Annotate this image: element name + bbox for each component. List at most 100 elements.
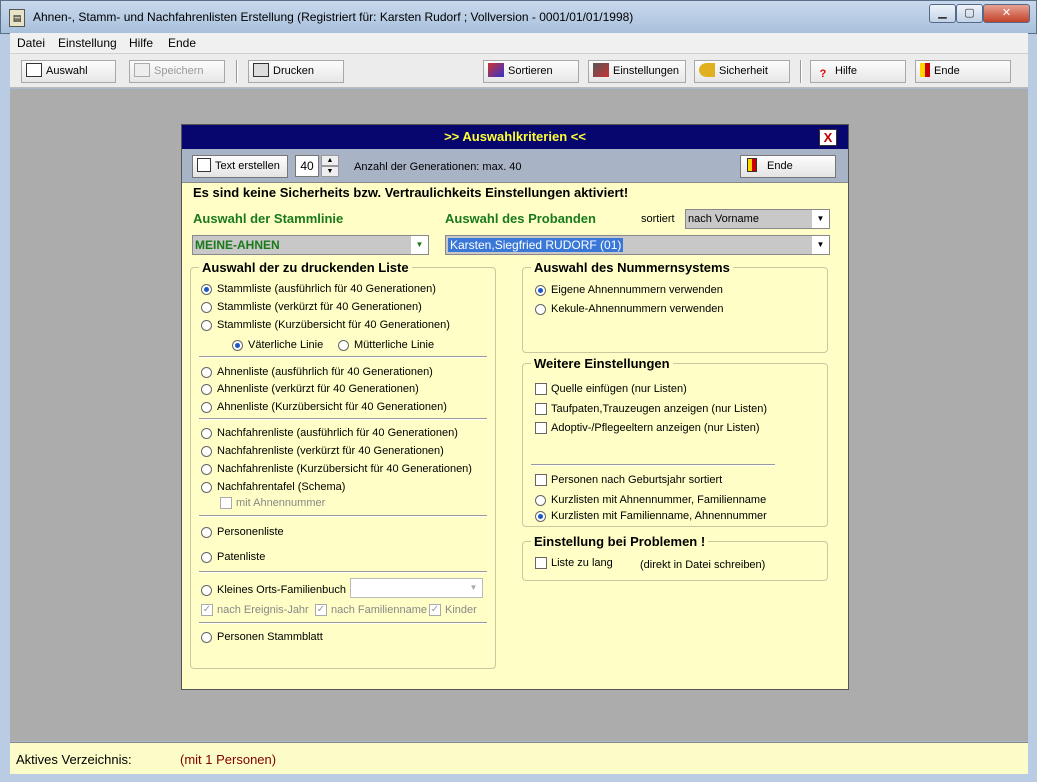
stamm3-radio[interactable]: [201, 320, 212, 331]
nummern2-label: Kekule-Ahnennummern verwenden: [551, 303, 724, 315]
generations-input[interactable]: 40: [295, 155, 319, 177]
drucken-button[interactable]: Drucken: [248, 60, 344, 83]
hilfe-button[interactable]: ? Hilfe: [810, 60, 906, 83]
menu-datei[interactable]: Datei: [17, 36, 45, 50]
menu-einstellung[interactable]: Einstellung: [58, 36, 117, 50]
einstellungen-label: Einstellungen: [613, 65, 680, 77]
taufpaten-label: Taufpaten,Trauzeugen anzeigen (nur Liste…: [551, 403, 768, 415]
nach2-label: Nachfahrenliste (verkürzt für 40 Generat…: [217, 445, 444, 457]
nach1-label: Nachfahrenliste (ausführlich für 40 Gene…: [217, 427, 458, 439]
text-document-icon: [197, 158, 211, 172]
sortieren-button[interactable]: Sortieren: [483, 60, 579, 83]
window-frame-right: [1028, 34, 1037, 782]
mutter-radio[interactable]: [338, 340, 349, 351]
sicherheit-label: Sicherheit: [719, 65, 768, 77]
status-label: Aktives Verzeichnis:: [16, 752, 132, 767]
chevron-down-icon[interactable]: ▼: [812, 210, 829, 228]
ahnen1-radio[interactable]: [201, 367, 212, 378]
stammblatt-label: Personen Stammblatt: [217, 631, 323, 643]
toolbar-separator: [800, 60, 802, 83]
nach3-radio[interactable]: [201, 464, 212, 475]
exit-door-icon: [920, 63, 930, 77]
nummern2-radio[interactable]: [535, 304, 546, 315]
geburt-checkbox[interactable]: [535, 474, 547, 486]
stammlinie-value: MEINE-AHNEN: [195, 238, 280, 252]
status-bar: Aktives Verzeichnis: (mit 1 Personen): [10, 742, 1028, 774]
security-message: Es sind keine Sicherheits bzw. Vertrauli…: [193, 185, 629, 200]
close-window-button[interactable]: ✕: [983, 4, 1030, 23]
save-icon: [134, 63, 150, 77]
kurz1-radio[interactable]: [535, 495, 546, 506]
stamm1-radio[interactable]: [201, 284, 212, 295]
personen-radio[interactable]: [201, 527, 212, 538]
chevron-down-icon[interactable]: ▼: [465, 579, 482, 597]
proband-select[interactable]: Karsten,Siegfried RUDORF (01) ▼: [445, 235, 830, 255]
tafel-radio[interactable]: [201, 482, 212, 493]
maximize-button[interactable]: ▢: [956, 4, 983, 23]
divider: [199, 418, 487, 420]
problem-heading: Einstellung bei Problemen !: [531, 534, 709, 549]
kinder-checkbox[interactable]: ✓: [429, 604, 441, 616]
einstellungen-button[interactable]: Einstellungen: [588, 60, 686, 83]
text-erstellen-button[interactable]: Text erstellen: [192, 155, 288, 178]
stammblatt-radio[interactable]: [201, 632, 212, 643]
kurz2-radio[interactable]: [535, 511, 546, 522]
chevron-down-icon[interactable]: ▼: [812, 236, 829, 254]
ende-label: Ende: [934, 65, 960, 77]
vater-label: Väterliche Linie: [248, 339, 324, 351]
stamm2-radio[interactable]: [201, 302, 212, 313]
ahnen2-label: Ahnenliste (verkürzt für 40 Generationen…: [217, 383, 419, 395]
spin-up-icon[interactable]: ▲: [321, 155, 339, 166]
nach1-radio[interactable]: [201, 428, 212, 439]
quelle-checkbox[interactable]: [535, 383, 547, 395]
direkt-label: (direkt in Datei schreiben): [640, 559, 766, 571]
ende-button[interactable]: Ende: [915, 60, 1011, 83]
app-icon[interactable]: ▤: [9, 9, 25, 27]
dialog-close-button[interactable]: X: [819, 129, 837, 146]
dialog-ende-button[interactable]: Ende: [740, 155, 836, 178]
sicherheit-button[interactable]: Sicherheit: [694, 60, 790, 83]
mutter-label: Mütterliche Linie: [354, 339, 435, 351]
ereignis-checkbox[interactable]: ✓: [201, 604, 213, 616]
spin-down-icon[interactable]: ▼: [321, 166, 339, 177]
nach3-label: Nachfahrenliste (Kurzübersicht für 40 Ge…: [217, 463, 472, 475]
minimize-button[interactable]: ▁: [929, 4, 956, 23]
geburt-label: Personen nach Geburtsjahr sortiert: [551, 474, 723, 486]
sort-icon: [488, 63, 504, 77]
dialog-toolbar: Text erstellen 40 ▲ ▼ Anzahl der Generat…: [182, 149, 848, 183]
stamm2-label: Stammliste (verkürzt für 40 Generationen…: [217, 301, 422, 313]
menu-ende[interactable]: Ende: [168, 36, 196, 50]
tools-icon: [593, 63, 609, 77]
orts-radio[interactable]: [201, 585, 212, 596]
stamm3-label: Stammliste (Kurzübersicht für 40 Generat…: [217, 319, 450, 331]
window-frame-left: [0, 34, 10, 782]
mit-ahnen-checkbox[interactable]: [220, 497, 232, 509]
stammlinie-select[interactable]: MEINE-AHNEN ▼: [192, 235, 429, 255]
auswahl-button[interactable]: Auswahl: [21, 60, 116, 83]
chevron-down-icon[interactable]: ▼: [411, 236, 428, 254]
stamm1-label: Stammliste (ausführlich für 40 Generatio…: [217, 283, 436, 295]
ahnen3-radio[interactable]: [201, 402, 212, 413]
text-erstellen-label: Text erstellen: [215, 160, 280, 172]
ahnen2-radio[interactable]: [201, 384, 212, 395]
adoptiv-checkbox[interactable]: [535, 422, 547, 434]
taufpaten-checkbox[interactable]: [535, 403, 547, 415]
title-bar[interactable]: ▤ Ahnen-, Stamm- und Nachfahrenlisten Er…: [0, 0, 1037, 34]
mit-ahnen-label: mit Ahnennummer: [236, 497, 326, 509]
speichern-button[interactable]: Speichern: [129, 60, 225, 83]
menu-hilfe[interactable]: Hilfe: [129, 36, 153, 50]
kinder-label: Kinder: [445, 604, 477, 616]
divider: [199, 622, 487, 624]
nummern1-radio[interactable]: [535, 285, 546, 296]
sort-select[interactable]: nach Vorname ▼: [685, 209, 830, 229]
liste-heading: Auswahl der zu druckenden Liste: [199, 260, 412, 275]
weitere-group: Weitere Einstellungen Quelle einfügen (n…: [522, 356, 828, 527]
ahnen3-label: Ahnenliste (Kurzübersicht für 40 Generat…: [217, 401, 447, 413]
orts-select[interactable]: ▼: [350, 578, 483, 598]
nach2-radio[interactable]: [201, 446, 212, 457]
zu-lang-checkbox[interactable]: [535, 557, 547, 569]
paten-radio[interactable]: [201, 552, 212, 563]
vater-radio[interactable]: [232, 340, 243, 351]
familie-checkbox[interactable]: ✓: [315, 604, 327, 616]
zu-lang-label: Liste zu lang: [551, 557, 613, 569]
